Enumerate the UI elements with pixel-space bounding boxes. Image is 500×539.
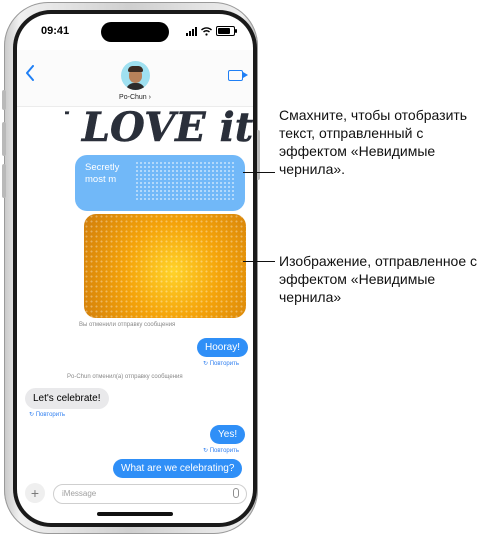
video-camera-icon[interactable] — [228, 70, 248, 81]
volume-up-button — [2, 122, 6, 156]
microphone-icon[interactable] — [233, 488, 239, 498]
wifi-icon — [201, 26, 212, 36]
message-lets-celebrate[interactable]: Let's celebrate! — [25, 388, 109, 409]
invisible-ink-image[interactable] — [84, 214, 246, 318]
input-placeholder: iMessage — [62, 489, 97, 498]
callout-leader-top — [243, 172, 275, 173]
invisible-ink-sparkle — [84, 214, 246, 318]
callout-invisible-ink-image: Изображение, отправленное с эффектом «Не… — [279, 253, 478, 305]
handwriting-text: I LOVE it! — [65, 104, 253, 151]
messages-screen: 09:41 Po-Chun › I LOVE it! — [17, 14, 253, 523]
status-time: 09:41 — [41, 25, 70, 37]
status-icons — [186, 26, 237, 36]
message-hooray[interactable]: Hooray! — [197, 338, 249, 357]
action-button — [2, 90, 6, 110]
chevron-left-icon[interactable] — [25, 64, 35, 87]
cellular-signal-icon — [186, 26, 197, 36]
imessage-input[interactable]: iMessage — [53, 484, 247, 504]
message-yes[interactable]: Yes! — [210, 425, 246, 444]
iphone-frame: 09:41 Po-Chun › I LOVE it! — [2, 2, 260, 534]
retry-link[interactable]: ↻ Повторить — [203, 447, 239, 454]
message-what-celebrating[interactable]: What are we celebrating? — [113, 459, 243, 478]
system-unsent-theirs: Po-Chun отменил(а) отправку сообщения — [67, 374, 183, 380]
system-unsent-mine: Вы отменили отправку сообщения — [79, 322, 176, 328]
retry-link[interactable]: ↻ Повторить — [203, 360, 239, 367]
home-indicator[interactable] — [97, 512, 173, 516]
plus-icon[interactable]: + — [25, 483, 45, 503]
handwritten-message[interactable]: I LOVE it! — [65, 97, 253, 157]
volume-down-button — [2, 164, 6, 198]
avatar[interactable] — [121, 61, 150, 90]
invisible-ink-text-bubble[interactable]: Secretly most m — [75, 155, 245, 211]
callout-invisible-ink-text: Смахните, чтобы отобразить текст, отправ… — [279, 107, 468, 177]
battery-icon — [216, 26, 237, 36]
callout-leader-bottom — [243, 261, 275, 262]
invisible-ink-sparkle — [135, 161, 235, 201]
retry-link[interactable]: ↻ Повторить — [29, 411, 65, 418]
dynamic-island — [101, 22, 169, 42]
